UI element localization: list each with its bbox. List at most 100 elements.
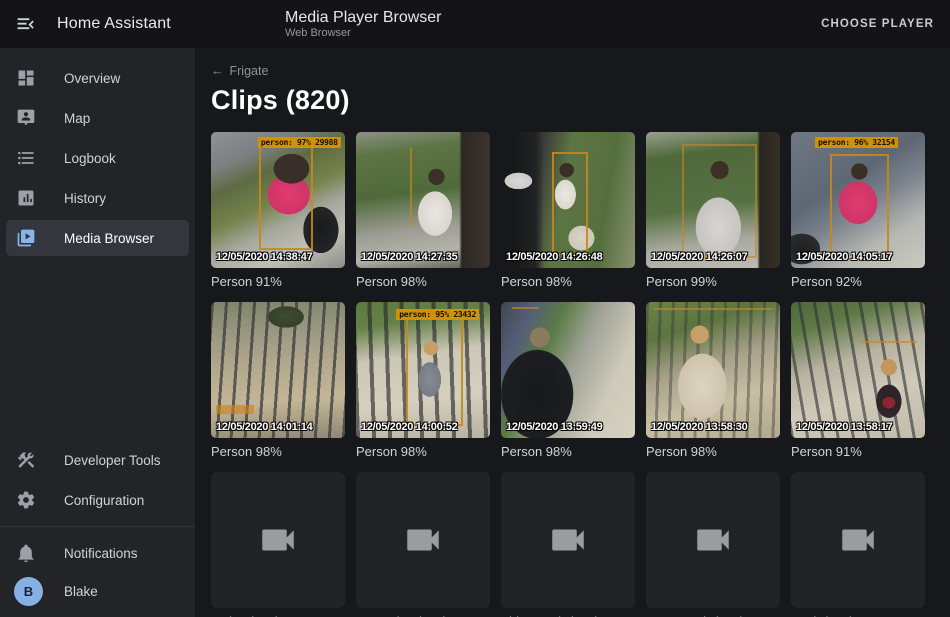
sidebar-item-label: Overview: [64, 71, 120, 86]
clip-card[interactable]: person: 95% 23432 12/05/2020 14:00:52 Pe…: [356, 302, 490, 459]
detection-box: [830, 154, 889, 260]
sidebar-item-label: Map: [64, 111, 90, 126]
clip-label: Person 98%: [356, 445, 490, 459]
clip-timestamp: 12/05/2020 13:59:49: [506, 421, 602, 433]
sidebar-item-configuration[interactable]: Configuration: [6, 482, 189, 518]
folder-card-last-month[interactable]: Last Month (318): [646, 472, 780, 617]
media-player-title: Media Player Browser: [285, 9, 442, 27]
folder-card-today[interactable]: Today (164): [211, 472, 345, 617]
sidebar-item-label: Logbook: [64, 151, 116, 166]
app-header: Home Assistant Media Player Browser Web …: [0, 0, 950, 48]
videocam-icon: [837, 519, 879, 561]
sidebar-item-label: Notifications: [64, 546, 138, 561]
videocam-icon: [402, 519, 444, 561]
clip-timestamp: 12/05/2020 14:00:52: [361, 421, 457, 433]
clip-timestamp: 12/05/2020 13:58:17: [796, 421, 892, 433]
clip-thumbnail: person: 97% 29988 12/05/2020 14:38:47: [211, 132, 345, 268]
clip-thumbnail: 12/05/2020 14:26:07: [646, 132, 780, 268]
choose-player-button[interactable]: CHOOSE PLAYER: [821, 18, 934, 30]
breadcrumb-back[interactable]: ← Frigate: [211, 64, 268, 78]
hammer-icon: [16, 450, 36, 470]
detection-label: person: 96% 32154: [815, 137, 898, 148]
sidebar-item-label: Configuration: [64, 493, 144, 508]
menu-open-icon[interactable]: [14, 12, 38, 36]
folder-tile: [211, 472, 345, 608]
clip-thumbnail: person: 95% 23432 12/05/2020 14:00:52: [356, 302, 490, 438]
clip-card[interactable]: 12/05/2020 13:58:17 Person 91%: [791, 302, 925, 459]
sidebar-header: Home Assistant: [0, 12, 195, 36]
clip-timestamp: 12/05/2020 14:27:35: [361, 251, 457, 263]
clip-label: Person 98%: [501, 445, 635, 459]
detection-box: [552, 152, 588, 255]
app-title: Home Assistant: [57, 15, 171, 33]
clip-thumbnail: 12/05/2020 14:01:14: [211, 302, 345, 438]
sidebar-item-label: Media Browser: [64, 231, 154, 246]
clip-label: Person 91%: [791, 445, 925, 459]
detection-label: person: 97% 29988: [258, 137, 341, 148]
folder-card-this-month[interactable]: This Month (502): [501, 472, 635, 617]
media-player-title-block: Media Player Browser Web Browser: [285, 9, 442, 40]
clip-card[interactable]: person: 97% 29988 12/05/2020 14:38:47 Pe…: [211, 132, 345, 289]
view-dashboard-icon: [16, 68, 36, 88]
detection-label: person: 95% 23432: [396, 309, 479, 320]
clip-timestamp: 12/05/2020 14:38:47: [216, 251, 312, 263]
clip-card[interactable]: 12/05/2020 14:26:48 Person 98%: [501, 132, 635, 289]
clip-card[interactable]: 12/05/2020 13:59:49 Person 98%: [501, 302, 635, 459]
detection-box: [654, 308, 772, 310]
sidebar-item-developer-tools[interactable]: Developer Tools: [6, 442, 189, 478]
clip-thumbnail: 12/05/2020 13:58:17: [791, 302, 925, 438]
clip-card[interactable]: person: 96% 32154 12/05/2020 14:05:17 Pe…: [791, 132, 925, 289]
bell-icon: [16, 543, 36, 563]
clip-label: Person 98%: [356, 275, 490, 289]
folder-tile: [356, 472, 490, 608]
clip-card[interactable]: 12/05/2020 14:01:14 Person 98%: [211, 302, 345, 459]
clip-card[interactable]: 12/05/2020 14:27:35 Person 98%: [356, 132, 490, 289]
breadcrumb-label: Frigate: [230, 64, 269, 78]
sidebar-item-history[interactable]: History: [6, 180, 189, 216]
chart-box-icon: [16, 188, 36, 208]
clip-card[interactable]: 12/05/2020 13:58:30 Person 98%: [646, 302, 780, 459]
map-account-icon: [16, 108, 36, 128]
back-arrow-icon: ←: [211, 64, 224, 78]
videocam-icon: [547, 519, 589, 561]
list-bulleted-icon: [16, 148, 36, 168]
detection-box: [861, 341, 917, 343]
sidebar-item-map[interactable]: Map: [6, 100, 189, 136]
play-box-multiple-icon: [16, 228, 36, 248]
sidebar-item-logbook[interactable]: Logbook: [6, 140, 189, 176]
media-player-subtitle: Web Browser: [285, 27, 442, 40]
sidebar-item-media-browser[interactable]: Media Browser: [6, 220, 189, 256]
clip-thumbnail: 12/05/2020 13:59:49: [501, 302, 635, 438]
clip-card[interactable]: 12/05/2020 14:26:07 Person 99%: [646, 132, 780, 289]
folder-card-back[interactable]: Back (427): [791, 472, 925, 617]
videocam-icon: [692, 519, 734, 561]
gear-icon: [16, 490, 36, 510]
clip-label: Person 91%: [211, 275, 345, 289]
clip-thumbnail: 12/05/2020 13:58:30: [646, 302, 780, 438]
sidebar-item-profile[interactable]: B Blake: [6, 573, 189, 609]
sidebar-spacer: [0, 258, 195, 440]
sidebar: Overview Map Logbook History Media Brows…: [0, 48, 195, 617]
clip-label: Person 98%: [646, 445, 780, 459]
sidebar-item-notifications[interactable]: Notifications: [6, 535, 189, 571]
sidebar-item-label: Developer Tools: [64, 453, 161, 468]
clip-timestamp: 12/05/2020 14:05:17: [796, 251, 892, 263]
detection-box: [512, 307, 539, 309]
clip-timestamp: 12/05/2020 14:26:48: [506, 251, 602, 263]
clip-label: Person 98%: [501, 275, 635, 289]
clip-label: Person 99%: [646, 275, 780, 289]
main-header: Media Player Browser Web Browser CHOOSE …: [195, 9, 950, 40]
folder-card-yesterday[interactable]: Yesterday (209): [356, 472, 490, 617]
folder-tile: [791, 472, 925, 608]
detection-box: [682, 144, 757, 258]
avatar: B: [14, 577, 43, 606]
clip-timestamp: 12/05/2020 13:58:30: [651, 421, 747, 433]
detection-box: [406, 317, 464, 426]
sidebar-item-overview[interactable]: Overview: [6, 60, 189, 96]
detection-box: [216, 405, 254, 414]
clip-label: Person 98%: [211, 445, 345, 459]
detection-box: [410, 148, 412, 227]
detection-box: [259, 144, 313, 250]
clips-grid: person: 97% 29988 12/05/2020 14:38:47 Pe…: [211, 132, 934, 617]
clip-timestamp: 12/05/2020 14:26:07: [651, 251, 747, 263]
